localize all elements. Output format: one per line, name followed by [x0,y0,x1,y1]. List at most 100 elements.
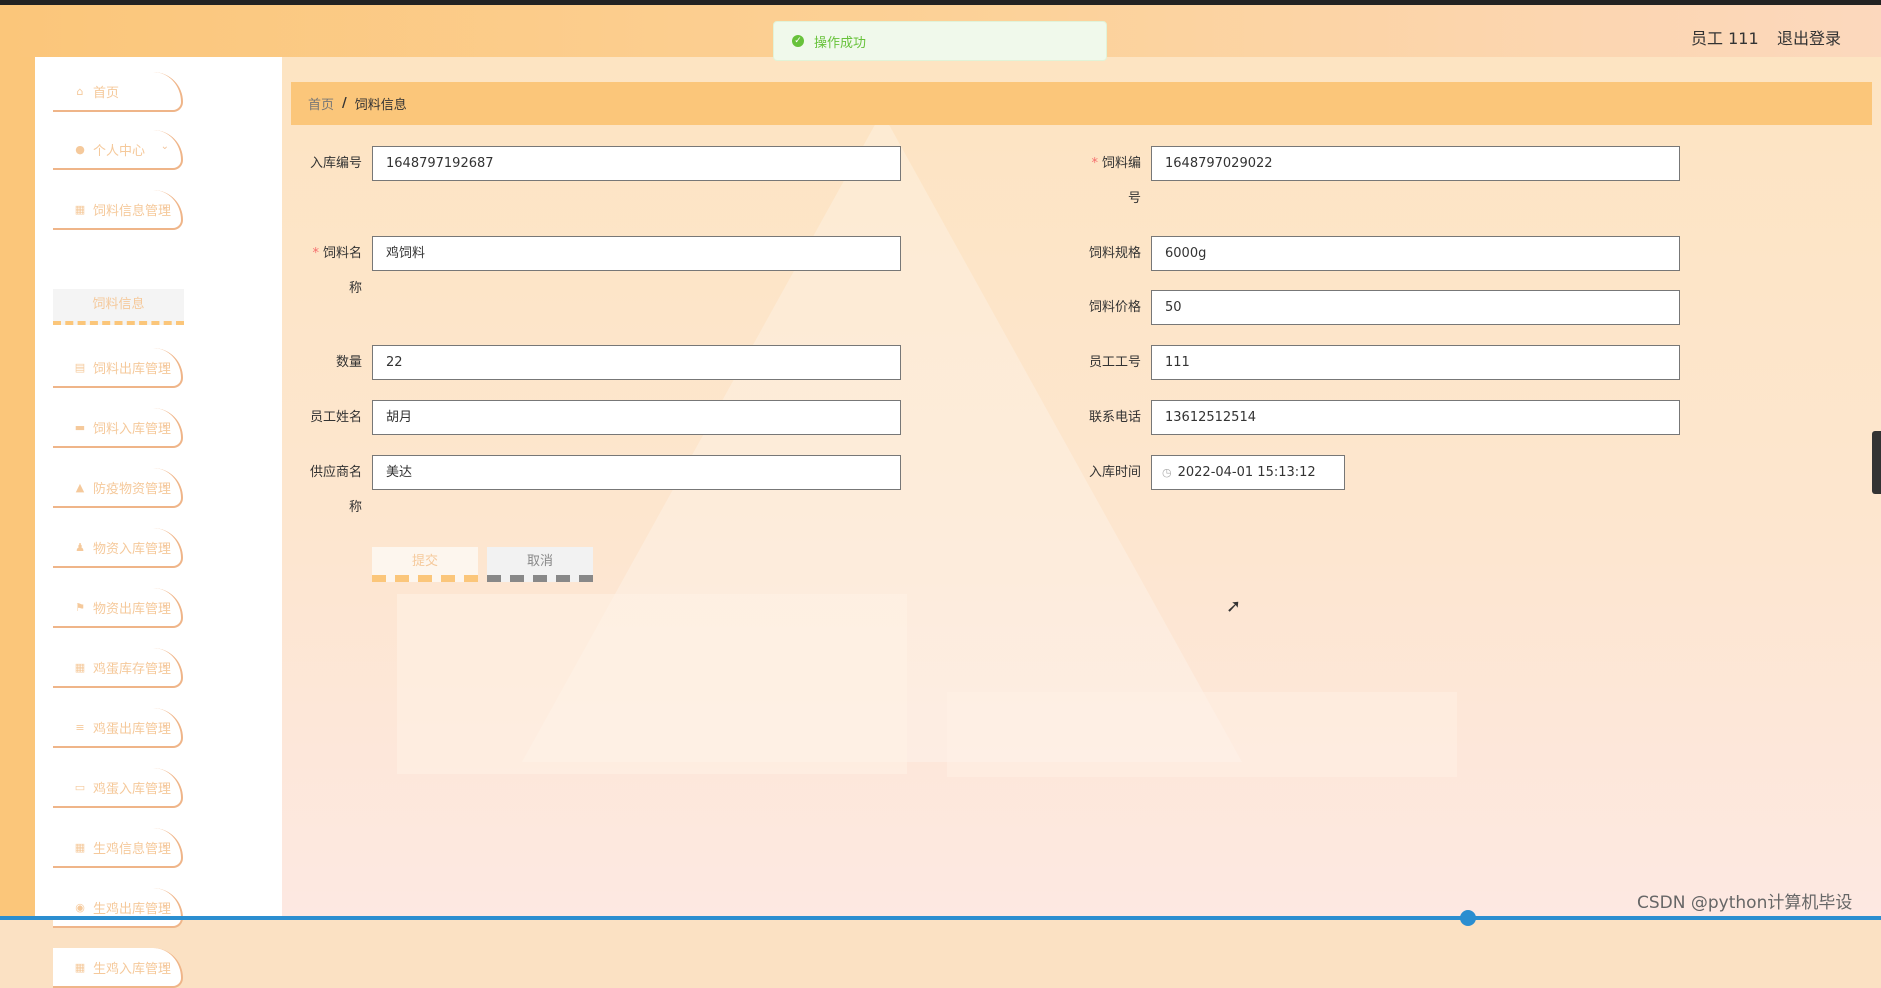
inbound-time-value: 2022-04-01 15:13:12 [1177,465,1316,480]
sidebar-subitem-feed-info[interactable]: 饲料信息 [53,289,184,325]
sidebar-item-label: 生鸡信息管理 [93,841,172,857]
grid-icon: ▦ [74,840,86,854]
supplier-field[interactable]: 美达 [372,455,901,490]
feed-no-field[interactable]: 1648797029022 [1151,146,1680,181]
label-feed-spec: 饲料规格 [1088,246,1141,261]
feed-name-field[interactable]: 鸡饲料 [372,236,901,271]
label-quantity: 数量 [335,355,362,370]
label-supplier-cont: 称 [348,500,362,515]
inbound-time-picker[interactable]: ◷ 2022-04-01 15:13:12 [1151,455,1345,490]
sidebar-item-supplies-inbound[interactable]: ♟ 物资入库管理 ⌄ [53,528,183,568]
cancel-button[interactable]: 取消 [487,547,593,582]
label-inbound-no: 入库编号 [309,156,362,171]
sidebar-item-label: 首页 [93,85,120,101]
label-phone: 联系电话 [1088,410,1141,425]
chevron-down-icon: ⌄ [160,959,169,970]
sidebar-item-egg-stock[interactable]: ▦ 鸡蛋库存管理 ⌄ [53,648,183,688]
label-feed-no: * 饲料编 [1091,156,1141,171]
thumb-icon: ▲ [75,480,85,494]
home-icon: ⌂ [76,84,84,98]
label-inbound-time: 入库时间 [1088,465,1141,480]
watermark: CSDN @python计算机毕设 [1637,893,1853,913]
chevron-down-icon: ⌄ [160,201,169,212]
sidebar-item-home[interactable]: ⌂ 首页 [53,72,183,112]
sidebar-item-label: 鸡蛋库存管理 [93,661,172,677]
sidebar-item-chicken-outbound[interactable]: ◉ 生鸡出库管理 ⌄ [53,888,183,928]
submit-button[interactable]: 提交 [372,547,478,582]
quantity-field[interactable]: 22 [372,345,901,380]
sidebar-item-chicken-info[interactable]: ▦ 生鸡信息管理 ⌄ [53,828,183,868]
staff-no-field[interactable]: 111 [1151,345,1680,380]
sidebar-item-egg-inbound[interactable]: ▭ 鸡蛋入库管理 ⌄ [53,768,183,808]
sidebar-item-label: 防疫物资管理 [93,481,172,497]
chevron-down-icon: ⌄ [160,141,169,152]
logout-link[interactable]: 退出登录 [1777,25,1841,49]
sidebar-item-epidemic-supplies[interactable]: ▲ 防疫物资管理 ⌄ [53,468,183,508]
sidebar-item-feed-outbound[interactable]: ▤ 饲料出库管理 ⌄ [53,348,183,388]
breadcrumb: 首页 / 饲料信息 [291,82,1872,125]
chevron-down-icon: ⌄ [160,539,169,550]
label-feed-name: * 饲料名 [312,246,362,261]
user-icon: ● [75,142,85,156]
chevron-down-icon: ⌄ [160,419,169,430]
sidebar-item-label: 饲料出库管理 [93,361,172,377]
table-icon: ▦ [74,660,86,674]
scroll-handle[interactable] [1460,910,1476,926]
chevron-down-icon: ⌄ [160,719,169,730]
chevron-down-icon: ⌄ [160,359,169,370]
sidebar-item-label: 物资出库管理 [93,601,172,617]
mouse-pointer-icon: ➚ [1226,596,1242,617]
left-accent-strip [0,57,35,920]
sidebar-item-label: 生鸡入库管理 [93,961,172,977]
sidebar-item-feed-inbound[interactable]: ▬ 饲料入库管理 ⌄ [53,408,183,448]
background-decoration [397,594,907,774]
sidebar-item-label: 个人中心 [93,143,146,159]
breadcrumb-separator: / [342,96,347,111]
chevron-down-icon: ⌄ [160,599,169,610]
chevron-down-icon: ⌄ [160,899,169,910]
sidebar-item-label: 鸡蛋出库管理 [93,721,172,737]
person-icon: ♟ [75,540,85,554]
feed-price-field[interactable]: 50 [1151,290,1680,325]
current-user-label: 员工 111 [1691,29,1759,48]
feed-spec-field[interactable]: 6000g [1151,236,1680,271]
flag-icon: ⚑ [75,600,85,614]
main-content: 首页 / 饲料信息 入库编号 1648797192687 * 饲料编 号 1648… [282,57,1881,920]
clipboard-icon: ▤ [74,360,86,374]
label-staff-no: 员工工号 [1088,355,1141,370]
label-feed-name-cont: 称 [348,281,362,296]
sidebar-item-egg-outbound[interactable]: ≡ 鸡蛋出库管理 ⌄ [53,708,183,748]
database-icon: ◉ [75,900,85,914]
sidebar-item-label: 物资入库管理 [93,541,172,557]
sidebar-item-label: 生鸡出库管理 [93,901,172,917]
label-feed-no-cont: 号 [1127,191,1141,206]
sidebar: ⌂ 首页 ● 个人中心 ⌄ ▦ 饲料信息管理 ⌄ 饲料信息 ▤ 饲料出库管理 ⌄… [35,57,282,988]
toast-message: 操作成功 [814,35,867,51]
vertical-scrollbar[interactable] [1872,431,1881,494]
chevron-down-icon: ⌄ [160,479,169,490]
breadcrumb-current: 饲料信息 [354,98,407,113]
sidebar-item-supplies-outbound[interactable]: ⚑ 物资出库管理 ⌄ [53,588,183,628]
label-supplier: 供应商名 [309,465,362,480]
grid-icon: ▦ [74,960,86,974]
grid-icon: ▦ [74,202,86,216]
chevron-down-icon: ⌄ [160,839,169,850]
check-circle-icon: ✓ [792,35,804,47]
sidebar-item-label: 饲料信息管理 [93,203,172,219]
horizontal-scrollbar[interactable] [0,916,1881,920]
list-icon: ≡ [75,720,85,734]
phone-field[interactable]: 13612512514 [1151,400,1680,435]
message-icon: ▬ [74,420,86,434]
chevron-down-icon: ⌄ [160,779,169,790]
chevron-down-icon: ⌄ [160,659,169,670]
monitor-icon: ▭ [74,780,86,794]
sidebar-item-feed-info[interactable]: ▦ 饲料信息管理 ⌄ [53,190,183,230]
sidebar-item-chicken-inbound[interactable]: ▦ 生鸡入库管理 ⌄ [53,948,183,988]
breadcrumb-home[interactable]: 首页 [308,94,334,113]
sidebar-item-profile[interactable]: ● 个人中心 ⌄ [53,130,183,170]
sidebar-item-label: 饲料入库管理 [93,421,172,437]
staff-name-field[interactable]: 胡月 [372,400,901,435]
inbound-no-field[interactable]: 1648797192687 [372,146,901,181]
success-toast: ✓ 操作成功 [773,21,1107,61]
label-feed-price: 饲料价格 [1088,300,1141,315]
